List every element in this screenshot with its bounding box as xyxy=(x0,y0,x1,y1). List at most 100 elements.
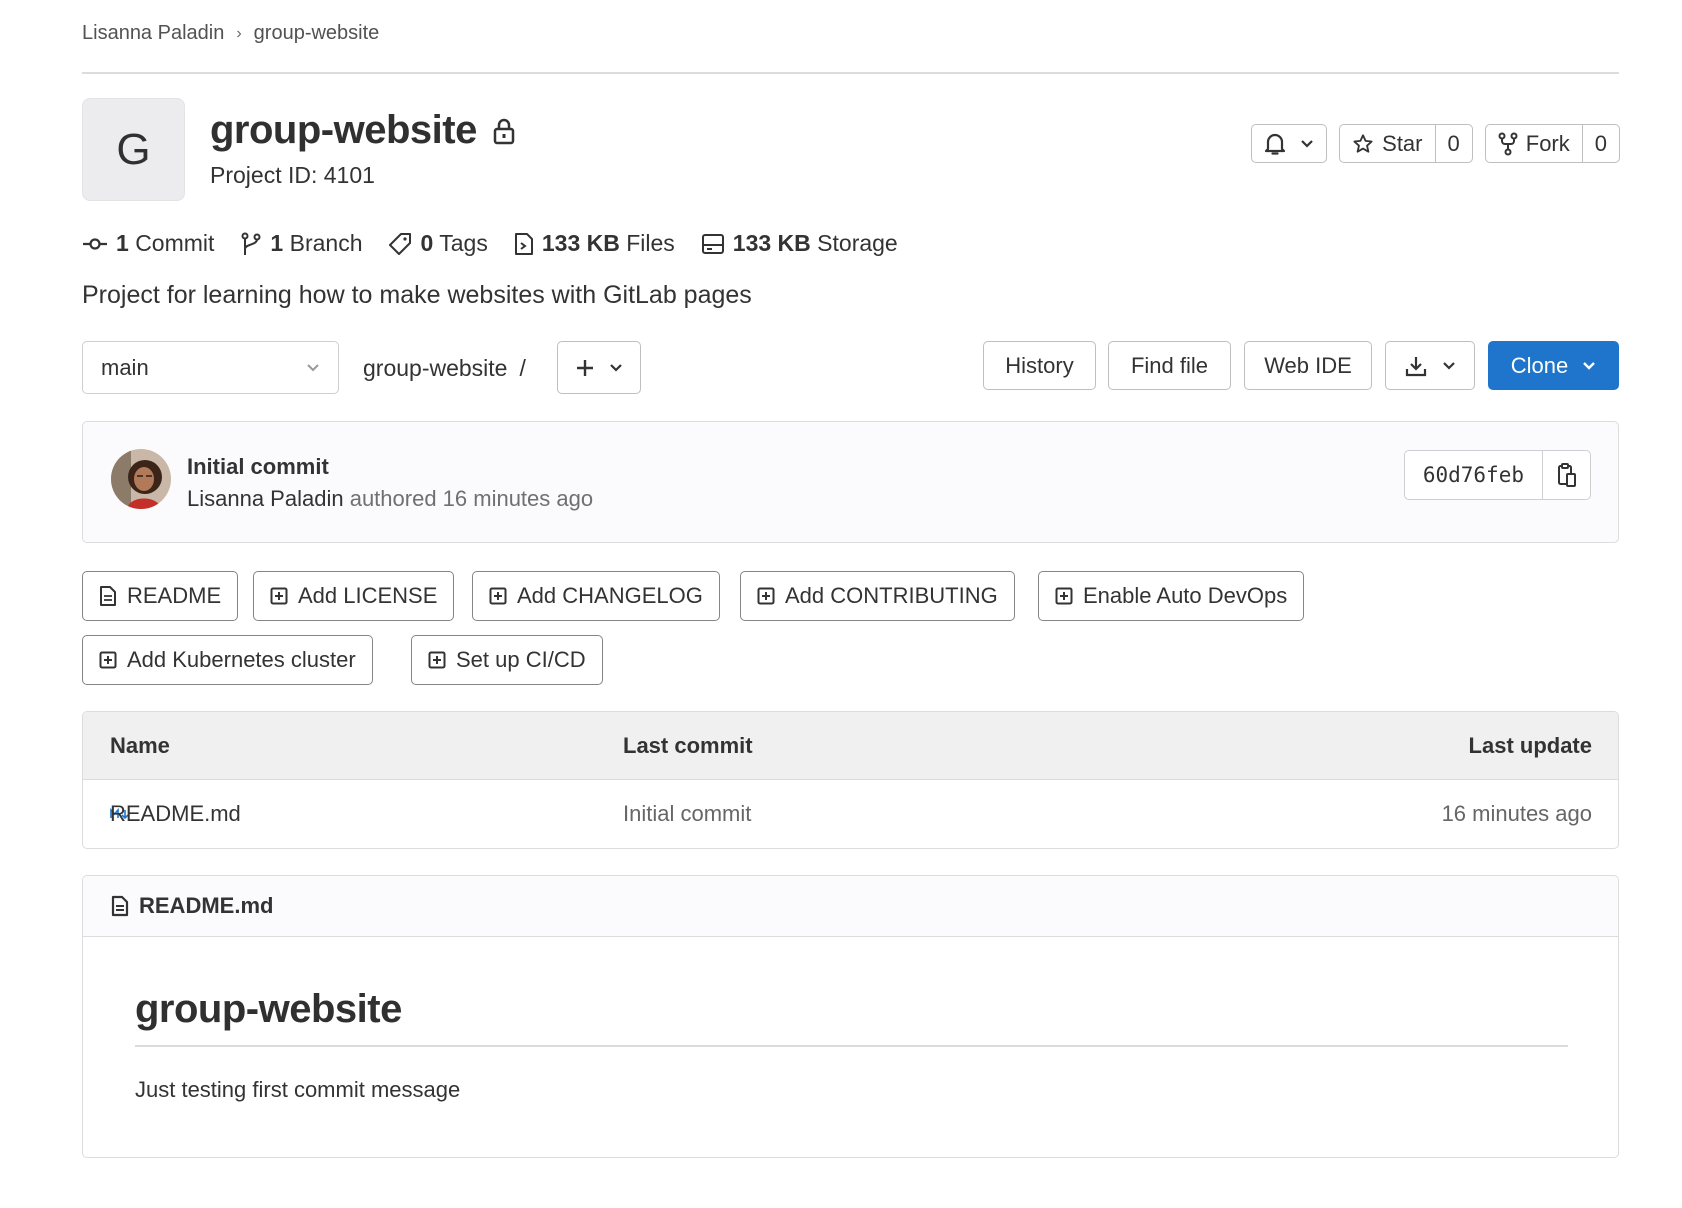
readme-button-label: README xyxy=(127,583,221,609)
find-file-button[interactable]: Find file xyxy=(1108,341,1231,390)
chevron-right-icon: › xyxy=(236,25,241,43)
chevron-down-icon xyxy=(1442,361,1456,371)
commit-title[interactable]: Initial commit xyxy=(187,454,329,480)
commit-authored-text: authored 16 minutes ago xyxy=(350,486,593,511)
file-text-icon xyxy=(111,895,129,917)
clone-dropdown[interactable]: Clone xyxy=(1488,341,1619,390)
stat-files-count: 133 KB xyxy=(542,230,620,256)
add-kubernetes-cluster-button[interactable]: Add Kubernetes cluster xyxy=(82,635,373,685)
stat-commits[interactable]: 1 Commit xyxy=(82,230,214,257)
commit-author[interactable]: Lisanna Paladin xyxy=(187,486,344,511)
enable-auto-devops-button[interactable]: Enable Auto DevOps xyxy=(1038,571,1304,621)
add-contributing-label: Add CONTRIBUTING xyxy=(785,583,998,609)
project-description: Project for learning how to make website… xyxy=(82,281,752,310)
column-header-last-update: Last update xyxy=(1469,733,1592,759)
plus-square-icon xyxy=(489,587,507,605)
file-text-icon xyxy=(99,585,117,607)
project-page: Lisanna Paladin › group-website G group-… xyxy=(0,0,1682,1208)
chevron-down-icon xyxy=(1582,361,1596,371)
plus-square-icon xyxy=(270,587,288,605)
web-ide-button[interactable]: Web IDE xyxy=(1244,341,1372,390)
fork-count[interactable]: 0 xyxy=(1582,125,1619,162)
branch-selector[interactable]: main xyxy=(82,341,339,394)
readme-filename[interactable]: README.md xyxy=(139,893,273,919)
project-stats: 1 Commit 1 Branch 0 Tags 133 KB Files 13… xyxy=(82,230,898,257)
fork-label: Fork xyxy=(1526,131,1570,157)
stat-tags-count: 0 xyxy=(420,230,433,256)
file-icon xyxy=(514,232,534,256)
file-tree-table: Name Last commit Last update README.md I… xyxy=(82,711,1619,849)
add-kubernetes-cluster-label: Add Kubernetes cluster xyxy=(127,647,356,673)
column-header-last-commit: Last commit xyxy=(623,733,753,759)
add-to-tree-dropdown[interactable] xyxy=(557,341,641,394)
divider xyxy=(135,1045,1568,1047)
commit-sha[interactable]: 60d76feb xyxy=(1405,451,1542,499)
plus-square-icon xyxy=(757,587,775,605)
storage-icon xyxy=(701,233,725,255)
divider xyxy=(82,72,1619,74)
table-row[interactable]: README.md Initial commit 16 minutes ago xyxy=(83,780,1618,848)
stat-tags-label: Tags xyxy=(439,230,488,256)
copy-icon xyxy=(1556,462,1578,488)
chevron-down-icon xyxy=(1300,139,1314,149)
commit-meta: Lisanna Paladin authored 16 minutes ago xyxy=(187,486,593,512)
download-dropdown[interactable] xyxy=(1385,341,1475,390)
copy-sha-button[interactable] xyxy=(1542,451,1590,499)
table-header: Name Last commit Last update xyxy=(83,712,1618,780)
plus-square-icon xyxy=(1055,587,1073,605)
project-avatar[interactable]: G xyxy=(82,98,185,201)
stat-storage[interactable]: 133 KB Storage xyxy=(701,230,898,257)
star-count[interactable]: 0 xyxy=(1435,125,1472,162)
branch-icon xyxy=(240,232,262,256)
stat-files[interactable]: 133 KB Files xyxy=(514,230,675,257)
repo-path-root[interactable]: group-website xyxy=(363,355,507,382)
breadcrumb: Lisanna Paladin › group-website xyxy=(82,22,379,45)
setup-cicd-button[interactable]: Set up CI/CD xyxy=(411,635,603,685)
add-changelog-button[interactable]: Add CHANGELOG xyxy=(472,571,720,621)
download-icon xyxy=(1404,354,1428,378)
lock-icon xyxy=(493,117,515,145)
project-name: group-website xyxy=(210,108,477,153)
breadcrumb-project[interactable]: group-website xyxy=(254,22,380,45)
add-contributing-button[interactable]: Add CONTRIBUTING xyxy=(740,571,1015,621)
star-label: Star xyxy=(1382,131,1422,157)
stat-storage-label: Storage xyxy=(817,230,898,256)
add-license-button[interactable]: Add LICENSE xyxy=(253,571,454,621)
repo-path-separator: / xyxy=(519,355,525,382)
star-button[interactable]: Star xyxy=(1340,125,1434,162)
stat-branches-count: 1 xyxy=(270,230,283,256)
commit-sha-group: 60d76feb xyxy=(1404,450,1591,500)
breadcrumb-owner[interactable]: Lisanna Paladin xyxy=(82,22,224,45)
history-button[interactable]: History xyxy=(983,341,1096,390)
avatar[interactable] xyxy=(111,449,171,509)
commit-icon xyxy=(82,236,108,252)
star-icon xyxy=(1352,133,1374,155)
fork-icon xyxy=(1498,132,1518,156)
branch-name: main xyxy=(101,355,149,381)
star-button-group: Star 0 xyxy=(1339,124,1473,163)
add-license-label: Add LICENSE xyxy=(298,583,437,609)
stat-branches[interactable]: 1 Branch xyxy=(240,230,362,257)
stat-tags[interactable]: 0 Tags xyxy=(388,230,487,257)
readme-paragraph: Just testing first commit message xyxy=(135,1077,460,1103)
file-name-link[interactable]: README.md xyxy=(110,801,241,827)
notifications-dropdown[interactable] xyxy=(1251,124,1327,163)
header-actions: Star 0 Fork 0 xyxy=(1251,124,1620,163)
tag-icon xyxy=(388,232,412,256)
readme-header: README.md xyxy=(83,876,1618,937)
stat-commits-count: 1 xyxy=(116,230,129,256)
bell-icon xyxy=(1264,132,1286,156)
fork-button[interactable]: Fork xyxy=(1486,125,1582,162)
file-last-commit-link[interactable]: Initial commit xyxy=(623,801,751,827)
readme-button[interactable]: README xyxy=(82,571,238,621)
plus-square-icon xyxy=(428,651,446,669)
project-id: Project ID: 4101 xyxy=(210,162,375,189)
plus-square-icon xyxy=(99,651,117,669)
repo-path: group-website / xyxy=(363,355,526,382)
enable-auto-devops-label: Enable Auto DevOps xyxy=(1083,583,1287,609)
clone-label: Clone xyxy=(1511,353,1568,379)
setup-cicd-label: Set up CI/CD xyxy=(456,647,586,673)
project-title: group-website xyxy=(210,108,515,153)
chevron-down-icon xyxy=(306,363,320,373)
stat-commits-label: Commit xyxy=(135,230,214,256)
